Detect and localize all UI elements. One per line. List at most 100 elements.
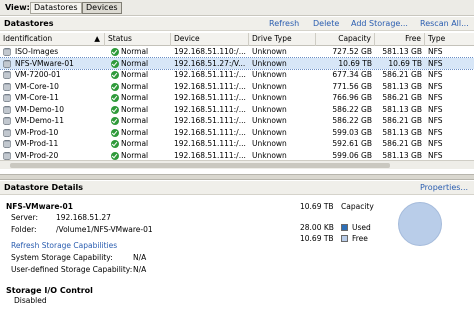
horizontal-scrollbar[interactable] <box>0 160 474 169</box>
cell-capacity: 10.69 TB <box>316 58 375 70</box>
cell-text: 581.13 GB <box>382 104 422 114</box>
status-ok-icon <box>111 105 119 114</box>
server-value: 192.168.51.27 <box>56 213 111 222</box>
system-capability-label: System Storage Capability: <box>11 253 113 262</box>
cell-text: NFS <box>428 104 443 114</box>
cell-text: 192.168.51.111:/... <box>174 139 246 148</box>
cell-drive-type: Unknown <box>249 46 316 58</box>
cell-type: NFS <box>425 46 474 58</box>
table-row[interactable]: ISO-Images Normal 192.168.51.110:/... Unkno… <box>0 46 474 58</box>
cell-status: Normal <box>105 58 171 70</box>
cell-text: VM-7200-01 <box>15 70 61 79</box>
cell-text: 766.96 GB <box>332 93 372 102</box>
table-row[interactable]: VM-Prod-20 Normal 192.168.51.111:/... Unkno… <box>0 150 474 161</box>
cell-text: Normal <box>121 47 149 56</box>
cell-capacity: 771.56 GB <box>316 81 375 93</box>
cell-text: Normal <box>121 104 149 114</box>
cell-free: 586.21 GB <box>375 69 425 81</box>
status-ok-icon <box>111 71 119 79</box>
cell-text: 586.21 GB <box>382 70 422 79</box>
cell-text: NFS-VMware-01 <box>15 58 74 68</box>
cell-free: 586.21 GB <box>375 138 425 150</box>
cell-name: VM-Prod-11 <box>0 138 105 150</box>
cell-status: Normal <box>105 138 171 150</box>
cell-text: Unknown <box>252 104 287 114</box>
used-label: Used <box>352 223 371 232</box>
table-row[interactable]: VM-Core-11 Normal 192.168.51.111:/... Unkno… <box>0 92 474 104</box>
col-drive-type[interactable]: Drive Type <box>249 33 316 46</box>
cell-text: Normal <box>121 139 149 148</box>
delete-link[interactable]: Delete <box>313 19 339 28</box>
cell-type: NFS <box>425 150 474 161</box>
cell-device: 192.168.51.111:/... <box>171 92 249 104</box>
col-free[interactable]: Free <box>375 33 425 46</box>
properties-link[interactable]: Properties... <box>420 183 468 192</box>
cell-text: NFS <box>428 139 443 148</box>
cell-device: 192.168.51.111:/... <box>171 150 249 161</box>
cell-status: Normal <box>105 81 171 93</box>
status-ok-icon <box>111 48 119 56</box>
col-type[interactable]: Type <box>425 33 474 46</box>
cell-free: 581.13 GB <box>375 104 425 116</box>
pane-splitter[interactable] <box>0 174 474 180</box>
add-storage-link[interactable]: Add Storage... <box>351 19 408 28</box>
cell-text: Unknown <box>252 93 287 102</box>
cell-text: 581.13 GB <box>382 81 422 91</box>
cell-drive-type: Unknown <box>249 81 316 93</box>
cell-drive-type: Unknown <box>249 69 316 81</box>
cell-text: 581.13 GB <box>382 150 422 160</box>
capacity-value: 10.69 TB <box>300 202 334 211</box>
table-row[interactable]: NFS-VMware-01 Normal 192.168.51.27:/V... Un… <box>0 56 474 70</box>
cell-text: NFS <box>428 116 443 125</box>
cell-type: NFS <box>425 127 474 139</box>
cell-text: NFS <box>428 47 443 56</box>
cell-device: 192.168.51.111:/... <box>171 69 249 81</box>
status-ok-icon <box>111 151 119 160</box>
cell-text: NFS <box>428 150 443 160</box>
cell-device: 192.168.51.27:/V... <box>171 58 249 70</box>
cell-name: VM-Demo-10 <box>0 104 105 116</box>
cell-name: VM-Prod-10 <box>0 127 105 139</box>
cell-text: VM-Prod-20 <box>15 150 59 160</box>
cell-text: 586.22 GB <box>332 116 372 125</box>
cell-text: VM-Core-10 <box>15 81 59 91</box>
col-device[interactable]: Device <box>171 33 249 46</box>
cell-status: Normal <box>105 104 171 116</box>
refresh-storage-capabilities-link[interactable]: Refresh Storage Capabilities <box>11 241 117 250</box>
table-row[interactable]: VM-Prod-10 Normal 192.168.51.111:/... Unkno… <box>0 127 474 139</box>
refresh-link[interactable]: Refresh <box>269 19 299 28</box>
scrollbar-thumb[interactable] <box>10 163 390 168</box>
datastores-table-header: Identification ▲ Status Device Drive Typ… <box>0 33 474 46</box>
table-row[interactable]: VM-Demo-10 Normal 192.168.51.111:/... Unkno… <box>0 104 474 116</box>
cell-capacity: 586.22 GB <box>316 115 375 127</box>
table-row[interactable]: VM-Prod-11 Normal 192.168.51.111:/... Unkno… <box>0 138 474 150</box>
cell-text: ISO-Images <box>15 47 59 56</box>
table-row[interactable]: VM-7200-01 Normal 192.168.51.111:/... Unkno… <box>0 69 474 81</box>
cell-free: 10.69 TB <box>375 58 425 70</box>
cell-text: Normal <box>121 70 149 79</box>
cell-text: 192.168.51.111:/... <box>174 116 246 125</box>
cell-type: NFS <box>425 81 474 93</box>
cell-name: VM-Core-11 <box>0 92 105 104</box>
cell-name: VM-Prod-20 <box>0 150 105 161</box>
tab-devices[interactable]: Devices <box>82 2 122 14</box>
user-capability-value: N/A <box>133 265 147 274</box>
cell-status: Normal <box>105 69 171 81</box>
col-capacity[interactable]: Capacity <box>316 33 375 46</box>
system-capability-value: N/A <box>133 253 147 262</box>
cell-text: 599.03 GB <box>332 127 372 137</box>
cell-capacity: 677.34 GB <box>316 69 375 81</box>
cell-drive-type: Unknown <box>249 138 316 150</box>
col-status[interactable]: Status <box>105 33 171 46</box>
cell-text: Unknown <box>252 70 287 79</box>
cell-text: NFS <box>428 58 443 68</box>
col-identification[interactable]: Identification ▲ <box>0 33 105 46</box>
rescan-all-link[interactable]: Rescan All... <box>420 19 469 28</box>
cell-name: VM-7200-01 <box>0 69 105 81</box>
table-row[interactable]: VM-Core-10 Normal 192.168.51.111:/... Unkno… <box>0 81 474 93</box>
tab-datastores[interactable]: Datastores <box>30 2 82 14</box>
table-row[interactable]: VM-Demo-11 Normal 192.168.51.111:/... Unkno… <box>0 115 474 127</box>
cell-text: 586.22 GB <box>332 104 372 114</box>
cell-text: 592.61 GB <box>332 139 372 148</box>
cell-device: 192.168.51.110:/... <box>171 46 249 58</box>
